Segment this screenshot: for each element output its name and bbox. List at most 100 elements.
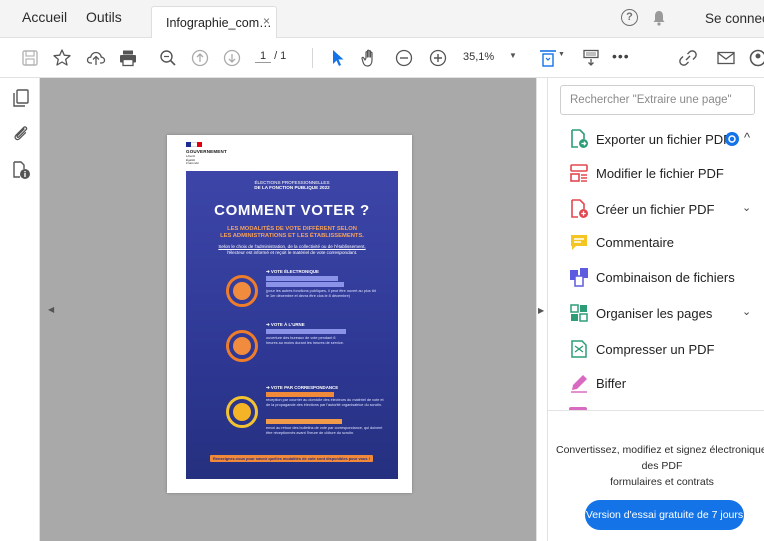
bookmark-star-icon[interactable] <box>50 46 74 70</box>
ballot-box-vote-icon <box>226 330 258 362</box>
help-icon[interactable]: ? <box>621 9 638 26</box>
tool-redact[interactable]: Biffer <box>566 371 764 395</box>
poster-intro-1: Selon le choix de l'administration, de l… <box>218 244 366 249</box>
document-tab[interactable]: Infographie_com… × <box>151 6 277 38</box>
government-motto: Liberté Égalité Fraternité <box>186 154 227 166</box>
collapse-right-panel-icon[interactable]: ▶ <box>538 306 544 315</box>
highlight-bar <box>266 276 338 281</box>
nav-home[interactable]: Accueil <box>22 9 67 25</box>
close-tab-icon[interactable]: × <box>263 14 270 28</box>
more-options-icon[interactable]: ••• <box>612 48 630 64</box>
document-info-icon[interactable] <box>11 160 31 180</box>
page-total: / 1 <box>274 50 287 62</box>
organize-pages-icon <box>569 303 589 323</box>
tool-label: Organiser les pages <box>596 306 713 321</box>
toolbar: 1 / 1 35,1% ▼ ▼ ••• <box>0 38 764 78</box>
account-icon[interactable] <box>748 46 764 70</box>
highlight-bar <box>266 329 346 334</box>
collapse-left-panel-icon[interactable]: ◀ <box>48 305 54 314</box>
poster-kicker-2: DE LA FONCTION PUBLIQUE 2022 <box>254 185 330 190</box>
sign-in-link[interactable]: Se connecter <box>705 11 764 26</box>
motto-line: Fraternité <box>186 161 199 165</box>
attachments-icon[interactable] <box>11 123 31 143</box>
vote-electronic-label: ➔ VOTE ÉLECTRONIQUE <box>266 269 319 274</box>
share-link-icon[interactable] <box>676 46 700 70</box>
page-indicator: 1 / 1 <box>255 50 286 63</box>
left-navigation-rail <box>0 78 40 541</box>
zoom-out-icon[interactable] <box>392 46 416 70</box>
save-icon[interactable] <box>18 46 42 70</box>
poster-intro-2: l'électeur est informé et reçoit le maté… <box>226 250 358 255</box>
tool-label: Créer un fichier PDF <box>596 202 715 217</box>
nav-tools[interactable]: Outils <box>86 9 122 25</box>
mail-vote-icon <box>226 396 258 428</box>
tool-label: Commentaire <box>596 235 675 250</box>
next-page-icon[interactable] <box>220 46 244 70</box>
page-fit-icon[interactable] <box>536 46 560 70</box>
scroll-mode-icon[interactable] <box>579 46 603 70</box>
chevron-down-icon[interactable]: ⌄ <box>742 305 751 318</box>
page-thumbnails-icon[interactable] <box>11 88 31 108</box>
promo-line-2: des PDF <box>641 460 683 472</box>
french-flag-icon <box>186 142 202 147</box>
promo-line-3: formulaires et contrats <box>610 476 714 488</box>
edit-pdf-icon <box>569 163 589 183</box>
email-icon[interactable] <box>714 46 738 70</box>
highlight-bar <box>266 282 344 287</box>
page-fit-dropdown-icon[interactable]: ▼ <box>558 51 565 58</box>
select-cursor-icon[interactable] <box>326 46 350 70</box>
combine-files-icon <box>569 267 589 287</box>
tool-create-pdf[interactable]: Créer un fichier PDF ⌄ <box>566 197 764 221</box>
page-number-input[interactable]: 1 <box>255 50 271 63</box>
poster-footer: Renseignez-vous pour savoir quelles moda… <box>210 455 373 462</box>
highlight-bar <box>266 419 342 424</box>
redact-icon <box>569 373 589 393</box>
cloud-upload-icon[interactable] <box>84 46 108 70</box>
poster-title: COMMENT VOTER ? <box>214 202 370 219</box>
print-icon[interactable] <box>116 46 140 70</box>
tool-search-input[interactable]: Rechercher "Extraire une page" <box>560 85 755 115</box>
tool-combine-files[interactable]: Combinaison de fichiers <box>566 265 764 289</box>
tool-export-pdf[interactable]: Exporter un fichier PDF ^ <box>566 127 764 151</box>
poster-subtitle-2: LES ADMINISTRATIONS ET LES ÉTABLISSEMENT… <box>220 233 364 239</box>
zoom-search-icon[interactable] <box>156 46 180 70</box>
promo-line-1: Convertissez, modifiez et signez électro… <box>556 444 764 456</box>
tool-comment[interactable]: Commentaire <box>566 230 764 254</box>
tool-label: Compresser un PDF <box>596 342 715 357</box>
vote-mail-desc-1: réception par courrier au domicile des é… <box>266 398 384 407</box>
notification-bell-icon[interactable] <box>652 10 666 31</box>
tool-label: Exporter un fichier PDF <box>596 132 732 147</box>
vote-electronic-desc: (pour les autres fonctions publiques, il… <box>266 289 376 298</box>
electronic-vote-icon <box>226 275 258 307</box>
zoom-dropdown-icon[interactable]: ▼ <box>509 51 517 60</box>
hand-tool-icon[interactable] <box>358 46 382 70</box>
previous-page-icon[interactable] <box>188 46 212 70</box>
free-trial-button[interactable]: Version d'essai gratuite de 7 jours <box>585 500 744 530</box>
tool-label: Biffer <box>596 376 627 391</box>
tool-label: Modifier le fichier PDF <box>596 166 724 181</box>
chevron-up-icon[interactable]: ^ <box>744 130 750 145</box>
poster-subtitle-1: LES MODALITÉS DE VOTE DIFFÈRENT SELON <box>227 226 357 232</box>
tab-bar: Accueil Outils Infographie_com… × ? Se c… <box>0 0 764 38</box>
tool-organize-pages[interactable]: Organiser les pages ⌄ <box>566 301 764 325</box>
premium-badge-icon <box>725 132 739 146</box>
government-logo: GOUVERNEMENT Liberté Égalité Fraternité <box>186 142 227 166</box>
compress-pdf-icon <box>569 339 589 359</box>
comment-icon <box>569 232 589 252</box>
chevron-down-icon[interactable]: ⌄ <box>742 201 751 214</box>
infographic-poster: ÉLECTIONS PROFESSIONNELLES DE LA FONCTIO… <box>186 171 398 479</box>
tool-label: Combinaison de fichiers <box>596 270 735 285</box>
highlight-bar <box>266 392 334 397</box>
zoom-level[interactable]: 35,1% <box>463 51 494 63</box>
create-pdf-icon <box>569 199 589 219</box>
tool-edit-pdf[interactable]: Modifier le fichier PDF <box>566 161 764 185</box>
tool-compress-pdf[interactable]: Compresser un PDF <box>566 337 764 361</box>
toolbar-divider <box>312 48 313 68</box>
vote-urn-label: ➔ VOTE À L'URNE <box>266 322 305 327</box>
export-pdf-icon <box>569 129 589 149</box>
vote-urn-desc: ouverture des bureaux de vote pendant 6 … <box>266 336 344 345</box>
vote-mail-label: ➔ VOTE PAR CORRESPONDANCE <box>266 385 339 390</box>
zoom-in-icon[interactable] <box>426 46 450 70</box>
promo-text: Convertissez, modifiez et signez électro… <box>556 442 764 490</box>
vote-mail-desc-2: envoi au retour des bulletins de vote pa… <box>266 426 383 435</box>
